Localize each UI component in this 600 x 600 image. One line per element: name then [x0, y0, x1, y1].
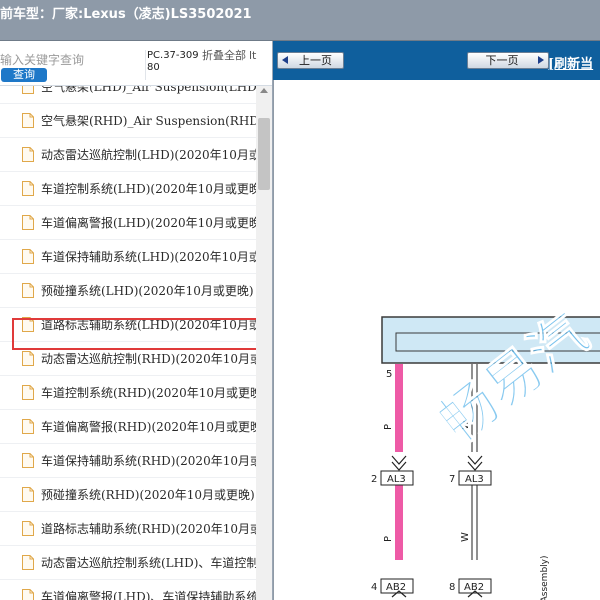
collapse-all-button[interactable]: 折叠全部 [202, 50, 246, 80]
search-button[interactable]: 查询 [1, 68, 47, 82]
window-title-bar: 前车型：厂家:Lexus（凌志)LS3502021 [0, 0, 600, 41]
document-icon [22, 419, 34, 434]
scroll-up-icon[interactable] [260, 88, 268, 93]
connector-bottom-left-pin: 4 [371, 582, 377, 593]
search-bar: 查询 PC.37-30980 折叠全部 lt [0, 41, 272, 86]
document-icon [22, 351, 34, 366]
tree-item-label: 车道控制系统(RHD)(2020年10月或更晚) [41, 386, 256, 400]
tree-item[interactable]: 空气悬架(LHD)_Air Suspension(LHD) [0, 86, 256, 104]
tree-item[interactable]: 预碰撞系统(RHD)(2020年10月或更晚) [0, 478, 256, 512]
tree-item-label: 车道偏离警报(RHD)(2020年10月或更晚) [41, 420, 256, 434]
tree-item-label: 道路标志辅助系统(RHD)(2020年10月或更晚) [41, 522, 256, 536]
next-page-label: 下一页 [485, 54, 519, 67]
window-title: 前车型：厂家:Lexus（凌志)LS3502021 [0, 7, 252, 22]
document-icon [22, 249, 34, 264]
pin-label-top-left: 5 [386, 369, 392, 380]
tree-item-label: 车道保持辅助系统(LHD)(2020年10月或更晚) [41, 250, 256, 264]
refresh-link[interactable]: [刷新当 [548, 53, 593, 72]
document-icon [22, 385, 34, 400]
tree-item[interactable]: 车道保持辅助系统(LHD)(2020年10月或更晚) [0, 240, 256, 274]
wire-color-left: P [383, 424, 394, 430]
tree-item-label: 空气悬架(LHD)_Air Suspension(LHD) [41, 86, 256, 94]
tree-item-label: 车道偏离警报(LHD)、车道保持辅助系统 [41, 590, 256, 600]
pink-wire-upper [395, 364, 403, 452]
right-panel: 上一页 下一页 [刷新当 5 P P W W 2 AL3 7 AL3 4 AB2… [273, 41, 600, 600]
arrow-right-icon [538, 56, 544, 64]
page-nav-bar: 上一页 下一页 [刷新当 [273, 41, 600, 80]
tree-item-label: 道路标志辅助系统(LHD)(2020年10月或更晚) [41, 318, 256, 332]
document-icon [22, 555, 34, 570]
tree-item-label: 车道偏离警报(LHD)(2020年10月或更晚) [41, 216, 256, 230]
document-icon [22, 487, 34, 502]
document-icon [22, 181, 34, 196]
document-icon [22, 283, 34, 298]
tree-item[interactable]: 动态雷达巡航控制系统(LHD)、车道控制系统 [0, 546, 256, 580]
side-label: ear Assembly) [540, 555, 550, 600]
tree-item[interactable]: 动态雷达巡航控制(RHD)(2020年10月或更晚) [0, 342, 256, 376]
connector-bottom-left-label: AB2 [386, 582, 406, 593]
connector-left-pin: 2 [371, 474, 377, 485]
connector-right-label: AL3 [465, 474, 484, 485]
tree-item[interactable]: 车道偏离警报(LHD)、车道保持辅助系统 [0, 580, 256, 600]
tree-item-label: 车道控制系统(LHD)(2020年10月或更晚) [41, 182, 256, 196]
connector-chevron-right [467, 455, 483, 471]
scroll-thumb[interactable] [258, 118, 270, 190]
wiring-diagram: 5 P P W W 2 AL3 7 AL3 4 AB2 8 AB2 ear As… [273, 80, 600, 600]
document-icon [22, 147, 34, 162]
document-tree: 空气悬架(LHD)_Air Suspension(LHD) 空气悬架(RHD)_A… [0, 86, 256, 600]
tree-item-label: 预碰撞系统(RHD)(2020年10月或更晚) [41, 488, 255, 502]
tree-item[interactable]: 车道保持辅助系统(RHD)(2020年10月或更晚) [0, 444, 256, 478]
arrow-left-icon [282, 56, 288, 64]
tree-item[interactable]: 车道控制系统(RHD)(2020年10月或更晚) [0, 376, 256, 410]
tree-item[interactable]: 车道偏离警报(RHD)(2020年10月或更晚) [0, 410, 256, 444]
tree-item-label: 空气悬架(RHD)_Air Suspension(RHD) [41, 114, 256, 128]
tree-item[interactable]: 动态雷达巡航控制(LHD)(2020年10月或更晚) [0, 138, 256, 172]
document-icon [22, 113, 34, 128]
document-icon [22, 215, 34, 230]
document-icon [22, 589, 34, 600]
connector-bottom-right-pin: 8 [449, 582, 455, 593]
more-column-label: lt [249, 50, 257, 62]
prev-page-label: 上一页 [299, 54, 332, 67]
tree-item-label: 预碰撞系统(LHD)(2020年10月或更晚) [41, 284, 254, 298]
tree-item-label: 动态雷达巡航控制(LHD)(2020年10月或更晚) [41, 148, 256, 162]
tree-item[interactable]: 空气悬架(RHD)_Air Suspension(RHD) [0, 104, 256, 138]
document-icon [22, 317, 34, 332]
document-icon [22, 453, 34, 468]
tree-item[interactable]: 道路标志辅助系统(LHD)(2020年10月或更晚) [0, 308, 256, 342]
document-icon [22, 86, 34, 94]
wiring-diagram-canvas: 5 P P W W 2 AL3 7 AL3 4 AB2 8 AB2 ear As… [371, 301, 600, 600]
tree-item[interactable]: 道路标志辅助系统(RHD)(2020年10月或更晚) [0, 512, 256, 546]
tree-item-label: 车道保持辅助系统(RHD)(2020年10月或更晚) [41, 454, 256, 468]
tree-item[interactable]: 预碰撞系统(LHD)(2020年10月或更晚) [0, 274, 256, 308]
prev-page-button[interactable]: 上一页 [277, 52, 344, 69]
wire-color-right-lower: W [460, 532, 471, 542]
document-icon [22, 521, 34, 536]
connector-right-pin: 7 [449, 474, 455, 485]
connector-chevron-left [391, 455, 407, 471]
tree-item-label: 动态雷达巡航控制系统(LHD)、车道控制系统 [41, 556, 256, 570]
connector-left-label: AL3 [387, 474, 406, 485]
next-page-button[interactable]: 下一页 [467, 52, 549, 69]
pc-code-label: PC.37-30980 [145, 50, 201, 80]
pink-wire-lower [395, 484, 403, 560]
wire-color-left-lower: P [383, 536, 394, 542]
tree-item-label: 动态雷达巡航控制(RHD)(2020年10月或更晚) [41, 352, 256, 366]
tree-item[interactable]: 车道控制系统(LHD)(2020年10月或更晚) [0, 172, 256, 206]
tree-item[interactable]: 车道偏离警报(LHD)(2020年10月或更晚) [0, 206, 256, 240]
left-panel: 查询 PC.37-30980 折叠全部 lt 空气悬架(LHD)_Air Sus… [0, 41, 273, 600]
tree-scrollbar[interactable] [256, 86, 272, 600]
